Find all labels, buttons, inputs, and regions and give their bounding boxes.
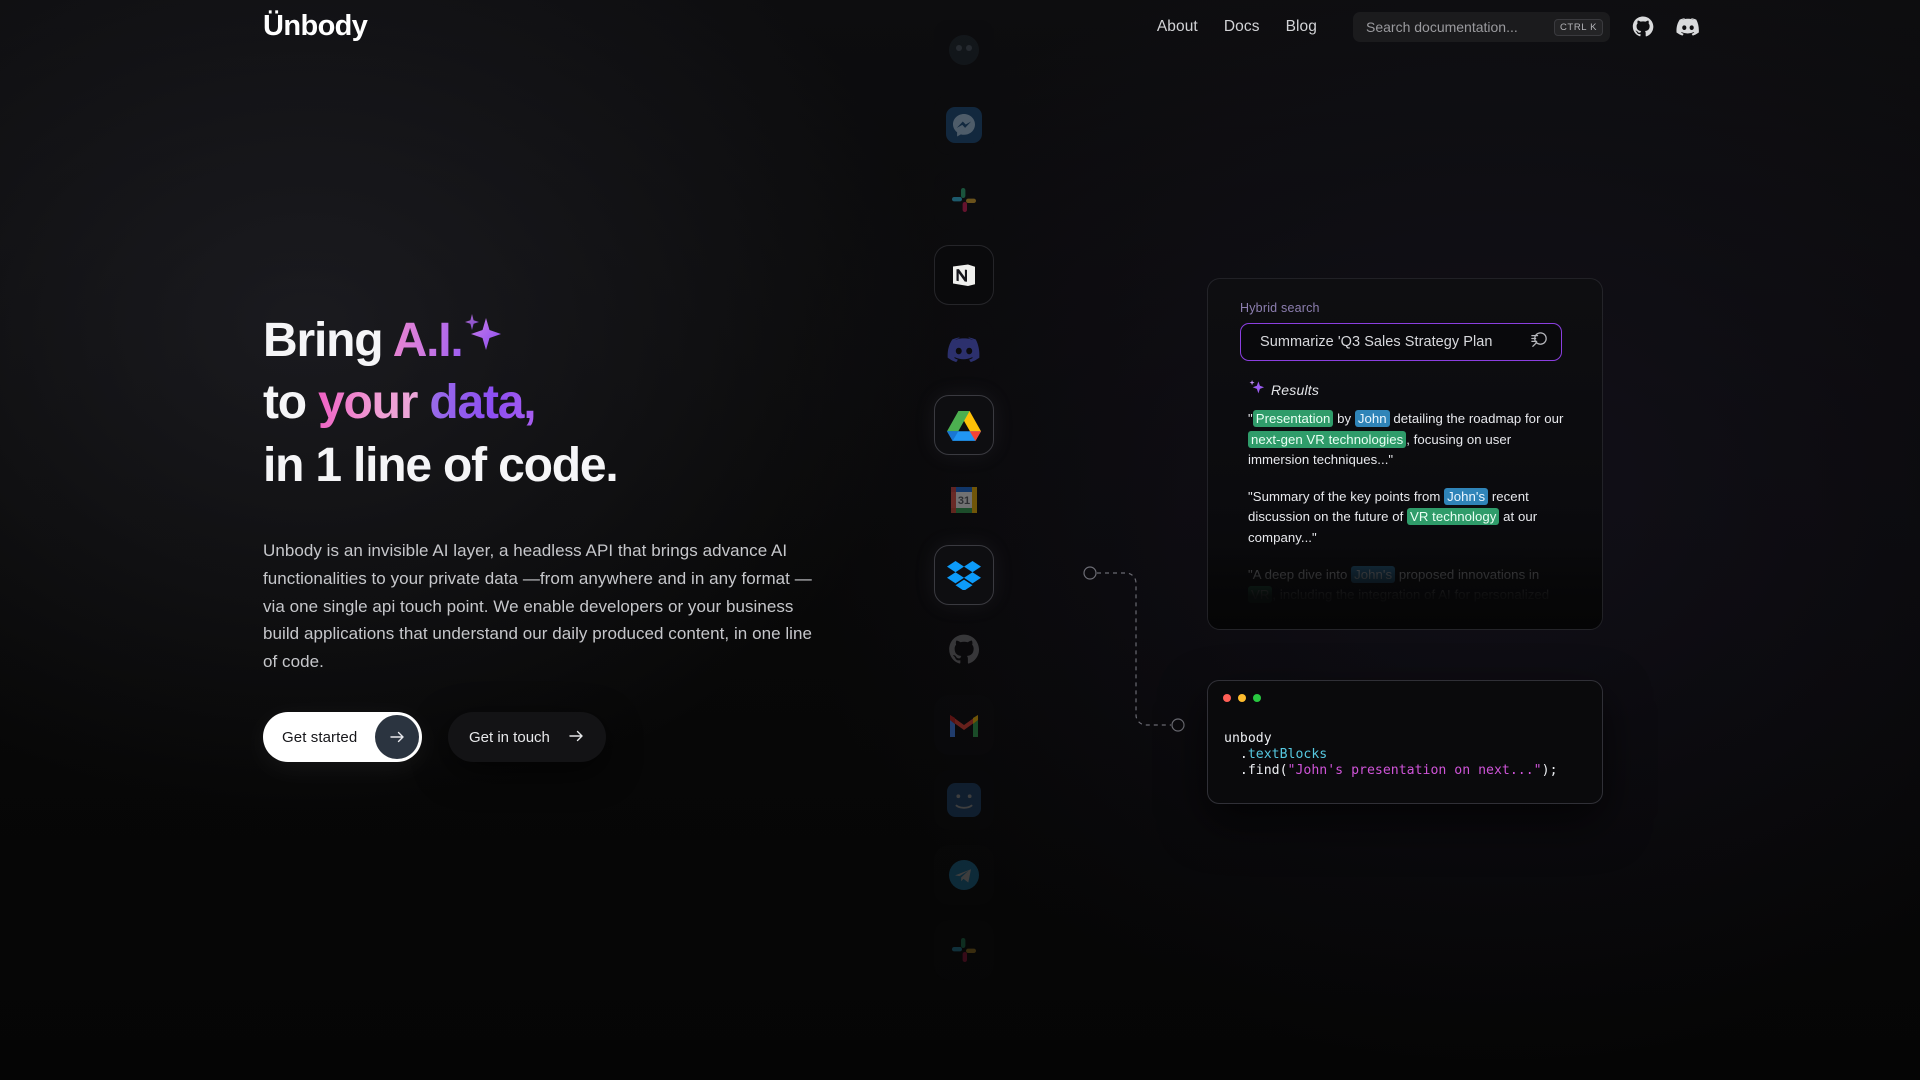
close-icon[interactable] [1223, 694, 1231, 702]
app-icon-github[interactable] [934, 620, 994, 680]
app-icon-notion[interactable] [934, 245, 994, 305]
result-text: "Summary of the key points from [1248, 489, 1444, 504]
sparkle-icon [461, 312, 501, 358]
app-icon-dropbox[interactable] [934, 545, 994, 605]
nav-right-group: About Docs Blog Search documentation... … [1155, 12, 1698, 42]
code-token-str: "John's presentation on next..." [1288, 763, 1542, 778]
headline-accent-your: your [318, 376, 429, 429]
arrow-right-icon [569, 729, 584, 745]
result-text: by [1333, 411, 1354, 426]
discord-icon[interactable] [1676, 16, 1698, 38]
app-icon-telegram[interactable] [934, 845, 994, 905]
result-text: proposed innovations in [1395, 567, 1539, 582]
hybrid-search-label: Hybrid search [1240, 301, 1320, 315]
results-list: "Presentation by John detailing the road… [1248, 409, 1568, 622]
result-highlight-blue: John's [1351, 566, 1395, 583]
app-icon-google-drive[interactable] [934, 395, 994, 455]
result-item[interactable]: "Presentation by John detailing the road… [1248, 409, 1568, 471]
headline-plain-1: Bring [263, 314, 393, 367]
window-traffic-lights [1223, 694, 1261, 702]
code-snippet: unbody .textBlocks .find("John's present… [1224, 731, 1558, 779]
landing-page: Ünbody About Docs Blog Search documentat… [0, 0, 1920, 1080]
result-highlight-green: VR technology [1407, 508, 1499, 525]
search-placeholder: Search documentation... [1366, 19, 1518, 35]
headline-plain-2: to [263, 376, 318, 429]
app-icon-discord[interactable] [934, 320, 994, 380]
code-token-plain: ( [1280, 763, 1288, 778]
search-shortcut-badge: CTRL K [1554, 19, 1603, 36]
code-token-plain: find [1248, 763, 1280, 778]
maximize-icon[interactable] [1253, 694, 1261, 702]
app-icon-gmail[interactable] [934, 695, 994, 755]
app-icon-finder[interactable] [934, 770, 994, 830]
integrations-icon-column: 31 [934, 20, 994, 980]
code-token-plain: . [1224, 747, 1248, 762]
hybrid-search-panel: Hybrid search Summarize 'Q3 Sales Strate… [1207, 278, 1603, 630]
headline-line-3: in 1 line of code. [263, 435, 823, 497]
minimize-icon[interactable] [1238, 694, 1246, 702]
result-text: , including the integration of AI for pe… [1272, 587, 1549, 602]
nav-link-blog[interactable]: Blog [1284, 14, 1319, 40]
get-in-touch-button[interactable]: Get in touch [448, 712, 606, 762]
get-started-button[interactable]: Get started [263, 712, 422, 762]
app-icon-messenger[interactable] [934, 95, 994, 155]
hybrid-search-value: Summarize 'Q3 Sales Strategy Plan [1260, 334, 1493, 350]
result-highlight-green: Presentation [1253, 410, 1334, 427]
headline-accent-data: data, [429, 376, 535, 429]
result-item[interactable]: "Summary of the key points from John's r… [1248, 487, 1568, 549]
nav-link-docs[interactable]: Docs [1222, 14, 1262, 40]
results-header: Results [1248, 379, 1319, 401]
brand-logo[interactable]: Ünbody [263, 10, 367, 43]
hybrid-search-input[interactable]: Summarize 'Q3 Sales Strategy Plan [1240, 323, 1562, 361]
github-icon[interactable] [1632, 16, 1654, 38]
result-text: detailing the roadmap for our [1390, 411, 1564, 426]
code-token-prop: textBlocks [1248, 747, 1327, 762]
calendar-day-number: 31 [958, 495, 970, 507]
sparkle-icon [1248, 379, 1265, 401]
result-highlight-blue: John's [1444, 488, 1488, 505]
headline-line-2: to your data, [263, 372, 823, 434]
code-token-plain: . [1224, 763, 1248, 778]
nav-link-about[interactable]: About [1155, 14, 1200, 40]
code-token-plain: ); [1542, 763, 1558, 778]
headline-accent-ai: A.I. [393, 314, 463, 367]
app-icon-google-calendar[interactable]: 31 [934, 470, 994, 530]
result-highlight-blue: John [1355, 410, 1390, 427]
result-item[interactable]: "A deep dive into John's proposed innova… [1248, 565, 1568, 606]
search-documentation-input[interactable]: Search documentation... CTRL K [1353, 12, 1610, 42]
app-icon-slack-bottom[interactable] [934, 920, 994, 980]
hero-section: Bring A.I. to your data, in 1 line of co… [263, 310, 823, 676]
search-icon[interactable] [1529, 329, 1550, 355]
get-started-label: Get started [282, 729, 357, 746]
dashed-connector [1080, 555, 1200, 755]
results-label: Results [1271, 382, 1319, 398]
hero-paragraph: Unbody is an invisible AI layer, a headl… [263, 537, 823, 676]
result-highlight-green: next-gen VR technologies [1248, 431, 1406, 448]
result-text: "A deep dive into [1248, 567, 1351, 582]
top-navigation: Ünbody About Docs Blog Search documentat… [0, 0, 1920, 58]
get-in-touch-label: Get in touch [469, 729, 550, 746]
result-highlight-green: VR [1248, 586, 1272, 603]
app-icon-slack[interactable] [934, 170, 994, 230]
headline-line-1: Bring A.I. [263, 310, 823, 372]
cta-group: Get started Get in touch [263, 712, 606, 762]
code-window: unbody .textBlocks .find("John's present… [1207, 680, 1603, 804]
code-token-plain: unbody [1224, 731, 1272, 746]
arrow-right-icon [375, 715, 419, 759]
